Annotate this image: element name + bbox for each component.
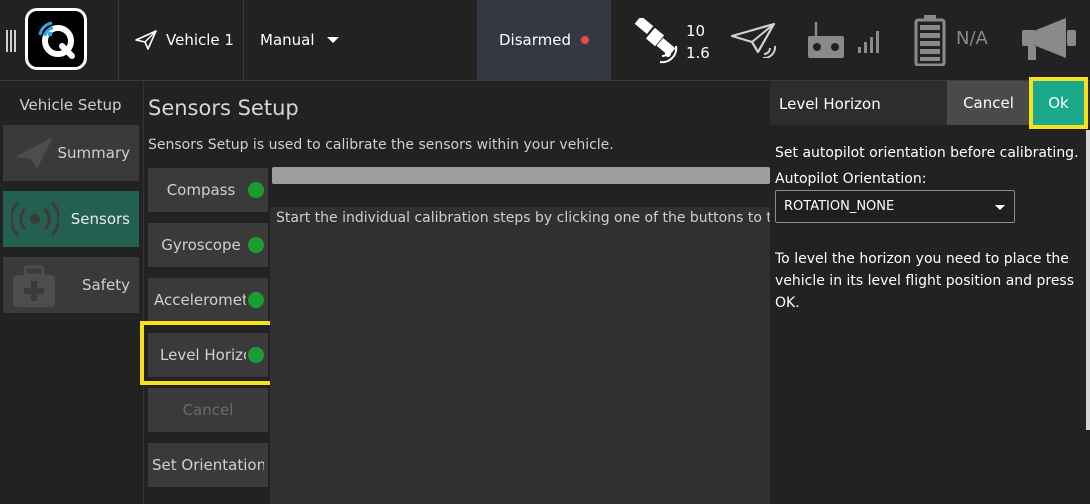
telemetry-plane-icon[interactable] [730, 22, 780, 58]
sidebar-item-sensors[interactable]: Sensors [3, 191, 139, 247]
sidebar-item-summary[interactable]: Summary [3, 125, 139, 181]
gyroscope-button[interactable]: Gyroscope [148, 223, 268, 267]
first-aid-kit-icon [13, 265, 55, 307]
arm-status-dot [581, 36, 589, 44]
compass-label: Compass [166, 181, 236, 199]
flight-mode-selector[interactable]: Manual [260, 0, 339, 80]
calibration-status-area [270, 207, 770, 504]
sidebar-item-label: Summary [57, 144, 131, 162]
vehicle-selector[interactable]: Vehicle 1 [134, 0, 234, 80]
menu-icon[interactable] [6, 30, 18, 52]
chevron-down-icon [326, 37, 339, 43]
dialog-ok-button[interactable]: Ok [1029, 77, 1088, 129]
flight-mode-label: Manual [260, 31, 315, 49]
orientation-select-value: ROTATION_NONE [784, 199, 895, 214]
dialog-cancel-label: Cancel [963, 94, 1014, 112]
chevron-down-icon [995, 205, 1005, 210]
battery-status: N/A [956, 28, 988, 49]
dialog-instructions: To level the horizon you need to place t… [775, 251, 1075, 311]
dialog-ok-label: Ok [1048, 94, 1069, 112]
megaphone-icon[interactable] [1020, 16, 1078, 64]
toolbar-divider [243, 0, 244, 80]
accelerometer-button[interactable]: Accelerometer [148, 278, 268, 322]
cancel-calibration-label: Cancel [182, 401, 234, 419]
dialog-cancel-button[interactable]: Cancel [947, 81, 1030, 125]
top-toolbar: Vehicle 1 Manual Disarmed 10 1.6 N/A [0, 0, 1090, 81]
arm-status-button[interactable]: Disarmed [477, 0, 611, 80]
gyroscope-status-dot [248, 237, 264, 253]
vehicle-label: Vehicle 1 [166, 31, 234, 49]
compass-button[interactable]: Compass [148, 168, 268, 212]
paper-plane-icon [135, 30, 157, 50]
toolbar-divider [118, 0, 119, 80]
orientation-field-label: Autopilot Orientation: [775, 171, 927, 187]
set-orientations-button[interactable]: Set Orientations [148, 443, 268, 487]
cancel-calibration-button[interactable]: Cancel [148, 388, 268, 432]
vehicle-setup-title: Vehicle Setup [19, 96, 122, 114]
qgc-logo-icon[interactable] [25, 8, 87, 70]
plane-icon [15, 137, 53, 169]
accelerometer-label: Accelerometer [154, 291, 246, 309]
sidebar-item-label: Safety [82, 276, 130, 294]
dialog-orientation-note: Set autopilot orientation before calibra… [775, 145, 1079, 161]
nav-divider [143, 81, 144, 504]
gyroscope-label: Gyroscope [161, 236, 241, 254]
sidebar-item-label: Sensors [70, 210, 130, 228]
level-horizon-highlight [140, 321, 277, 385]
accelerometer-status-dot [248, 292, 264, 308]
gps-hdop: 1.6 [686, 44, 710, 62]
calibration-status-text: Start the individual calibration steps b… [276, 210, 770, 226]
arm-status-label: Disarmed [499, 31, 571, 49]
compass-status-dot [248, 182, 264, 198]
battery-icon[interactable] [914, 14, 946, 66]
signal-bars-icon [858, 31, 879, 53]
dialog-title: Level Horizon [779, 95, 881, 113]
autopilot-orientation-select[interactable]: ROTATION_NONE [775, 190, 1015, 223]
calibration-progress-bar [272, 167, 770, 184]
satellite-icon[interactable] [632, 18, 684, 64]
set-orientations-label: Set Orientations [152, 456, 264, 474]
radio-waves-icon [11, 201, 59, 237]
gps-satellite-count: 10 [686, 22, 706, 40]
scrollbar[interactable] [1086, 130, 1090, 430]
page-description: Sensors Setup is used to calibrate the s… [148, 137, 614, 153]
rc-transmitter-icon[interactable] [806, 20, 846, 60]
gps-readout: 10 1.6 [686, 20, 710, 64]
sidebar-item-safety[interactable]: Safety [3, 257, 139, 313]
page-title: Sensors Setup [148, 96, 299, 120]
